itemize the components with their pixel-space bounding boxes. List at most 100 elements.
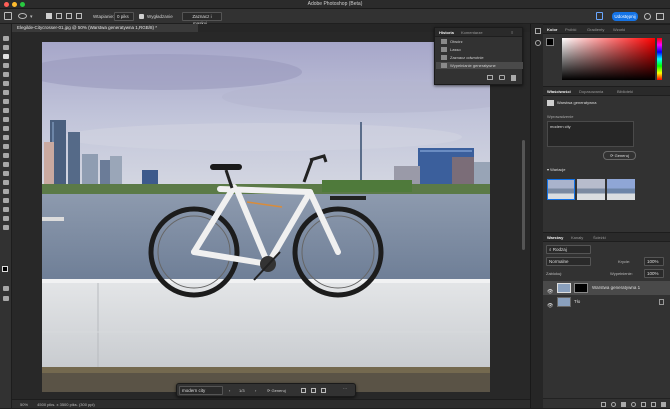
chevron-down-icon[interactable]: ▾ xyxy=(30,14,33,20)
snapshot-icon[interactable] xyxy=(499,75,505,80)
tab-libraries[interactable]: Biblioteki xyxy=(617,87,633,96)
subtract-selection-icon[interactable] xyxy=(66,13,72,19)
new-group-icon[interactable] xyxy=(641,402,646,407)
panel-menu-icon[interactable]: ≡ xyxy=(511,28,513,37)
history-brush-tool-icon[interactable] xyxy=(3,126,9,131)
tab-layers[interactable]: Warstwy xyxy=(547,233,563,242)
tab-comments[interactable]: Komentarze xyxy=(461,28,483,37)
hand-tool-icon[interactable] xyxy=(3,207,9,212)
contextual-generate-button[interactable]: ⟳ Generuj xyxy=(267,387,286,395)
home-icon[interactable] xyxy=(4,12,12,20)
color-picker-field[interactable] xyxy=(562,38,655,80)
history-panel-icon[interactable] xyxy=(535,28,541,34)
history-item-selected[interactable]: Wypełnianie generatywne xyxy=(436,62,523,69)
variation-thumbnail-1[interactable] xyxy=(547,179,575,200)
next-variation-icon[interactable]: › xyxy=(255,388,256,393)
layers-panel-header: Warstwy Kanały Ścieżki xyxy=(543,233,670,242)
bicycle-photo xyxy=(42,42,490,392)
variation-thumbnail-2[interactable] xyxy=(577,179,605,200)
more-tools-icon[interactable] xyxy=(3,225,9,230)
tab-adjustments[interactable]: Dopasowania xyxy=(579,87,603,96)
tab-swatches[interactable]: Próbki xyxy=(565,25,576,34)
beta-flask-icon[interactable] xyxy=(596,12,603,20)
feather-input[interactable]: 0 piks xyxy=(114,12,134,21)
tab-patterns[interactable]: Wzorki xyxy=(613,25,625,34)
thumbs-down-icon[interactable] xyxy=(311,388,316,393)
path-selection-tool-icon[interactable] xyxy=(3,189,9,194)
type-tool-icon[interactable] xyxy=(3,180,9,185)
new-selection-icon[interactable] xyxy=(46,13,52,19)
history-item[interactable]: Lasso xyxy=(436,46,523,53)
quick-mask-icon[interactable] xyxy=(3,286,9,291)
eyedropper-tool-icon[interactable] xyxy=(3,90,9,95)
lasso-tool-icon[interactable] xyxy=(18,13,27,19)
history-item[interactable]: Otwórz xyxy=(436,38,523,45)
layer-filter-kind[interactable]: ⌕ Rodzaj xyxy=(546,245,591,254)
trash-icon[interactable] xyxy=(661,402,666,407)
select-and-mask-button[interactable]: Zaznacz i maskuj... xyxy=(182,12,222,26)
new-layer-icon[interactable] xyxy=(651,402,656,407)
eraser-tool-icon[interactable] xyxy=(3,135,9,140)
blend-mode-select[interactable]: Normalne xyxy=(546,257,591,266)
zoom-level[interactable]: 50% xyxy=(20,402,28,407)
layer-row[interactable]: 👁 Tło xyxy=(543,295,670,309)
workspace-icon[interactable] xyxy=(656,13,664,20)
search-icon[interactable] xyxy=(644,13,651,20)
more-options-icon[interactable]: ··· xyxy=(343,386,347,391)
antialias-label: Wygładzanie xyxy=(147,14,173,19)
frame-tool-icon[interactable] xyxy=(3,81,9,86)
zoom-tool-icon[interactable] xyxy=(3,216,9,221)
previous-variation-icon[interactable]: ‹ xyxy=(229,388,230,393)
gradient-tool-icon[interactable] xyxy=(3,144,9,149)
add-layer-style-icon[interactable] xyxy=(611,402,616,407)
document-canvas-image[interactable] xyxy=(42,42,490,392)
generate-button[interactable]: ⟳ Generuj xyxy=(603,151,636,160)
intersect-selection-icon[interactable] xyxy=(76,13,82,19)
canvas-vertical-scrollbar[interactable] xyxy=(522,140,525,250)
eye-icon[interactable]: 👁 xyxy=(547,299,553,313)
history-item[interactable]: Zaznacz odwrotnie xyxy=(436,54,523,61)
rectangle-tool-icon[interactable] xyxy=(3,198,9,203)
flag-icon[interactable] xyxy=(321,388,326,393)
tab-properties[interactable]: Właściwości xyxy=(547,87,571,96)
pen-tool-icon[interactable] xyxy=(3,171,9,176)
share-button[interactable]: Udostępnij xyxy=(612,12,638,21)
marquee-tool-icon[interactable] xyxy=(3,45,9,50)
contextual-prompt-input[interactable]: modern city xyxy=(179,386,223,395)
tab-channels[interactable]: Kanały xyxy=(571,233,583,242)
layer-row-selected[interactable]: 👁 Warstwa generatywna 1 xyxy=(543,281,670,295)
document-tab[interactable]: Elegilde-Citycrosser-01.jpg @ 50% (Warst… xyxy=(12,24,198,32)
generative-layer-icon xyxy=(547,100,554,106)
tab-gradients[interactable]: Gradienty xyxy=(587,25,604,34)
clone-stamp-tool-icon[interactable] xyxy=(3,117,9,122)
foreground-color-chip[interactable] xyxy=(546,38,554,46)
brush-tool-icon[interactable] xyxy=(3,108,9,113)
tab-history[interactable]: Historia xyxy=(439,28,454,37)
new-document-from-state-icon[interactable] xyxy=(487,75,493,80)
tab-color[interactable]: Kolor xyxy=(547,25,557,34)
variation-thumbnail-3[interactable] xyxy=(607,179,635,200)
adjustment-layer-icon[interactable] xyxy=(631,402,636,407)
object-selection-tool-icon[interactable] xyxy=(3,63,9,68)
screen-mode-icon[interactable] xyxy=(3,296,9,301)
antialias-checkbox[interactable] xyxy=(139,14,144,19)
move-tool-icon[interactable] xyxy=(3,36,9,41)
opacity-input[interactable]: 100% xyxy=(644,257,664,266)
tab-paths[interactable]: Ścieżki xyxy=(593,233,606,242)
add-mask-icon[interactable] xyxy=(621,402,626,407)
lasso-tool-icon[interactable] xyxy=(3,54,9,59)
thumbs-up-icon[interactable] xyxy=(301,388,306,393)
trash-icon[interactable] xyxy=(511,75,516,81)
hue-slider[interactable] xyxy=(657,38,662,80)
blur-tool-icon[interactable] xyxy=(3,153,9,158)
prompt-textarea[interactable]: modern city xyxy=(547,121,634,147)
comments-panel-icon[interactable] xyxy=(535,40,541,46)
fill-input[interactable]: 100% xyxy=(644,269,664,278)
add-selection-icon[interactable] xyxy=(56,13,62,19)
healing-brush-tool-icon[interactable] xyxy=(3,99,9,104)
dodge-tool-icon[interactable] xyxy=(3,162,9,167)
link-layers-icon[interactable] xyxy=(601,402,606,407)
layers-panel-footer xyxy=(543,398,670,409)
crop-tool-icon[interactable] xyxy=(3,72,9,77)
foreground-color-swatch[interactable] xyxy=(2,266,8,272)
